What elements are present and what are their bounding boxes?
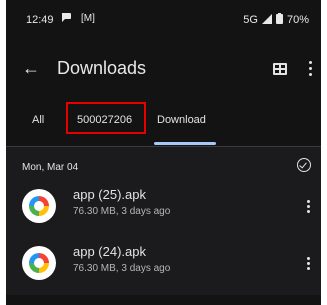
section-date: Mon, Mar 04: [22, 162, 79, 173]
battery-icon: [275, 13, 283, 27]
arrow-back-icon[interactable]: ←: [22, 58, 40, 78]
grid-view-icon[interactable]: [273, 63, 287, 75]
chat-bubble-icon: [60, 11, 72, 26]
battery-label: 70%: [286, 14, 309, 26]
status-bar: 12:49 [M] 5G 70%: [6, 0, 321, 40]
tab-bar: All 500027206 Download: [6, 102, 321, 146]
status-right: 5G 70%: [243, 13, 309, 27]
file-meta: 76.30 MB, 3 days ago: [73, 206, 171, 217]
file-name: app (24).apk: [73, 244, 146, 259]
apk-file-icon: [22, 189, 56, 223]
screen: 12:49 [M] 5G 70% ← Downloads All 5000272…: [6, 0, 321, 305]
tab-indicator: [154, 142, 216, 145]
tab-all[interactable]: All: [32, 114, 44, 126]
more-vert-icon[interactable]: [306, 257, 310, 273]
page-title: Downloads: [57, 58, 147, 78]
network-label: 5G: [243, 14, 258, 26]
more-vert-icon[interactable]: [306, 200, 310, 216]
file-item[interactable]: app (24).apk 76.30 MB, 3 days ago: [6, 237, 321, 293]
signal-icon: [261, 13, 272, 27]
select-all-check-icon[interactable]: [297, 158, 311, 172]
file-item[interactable]: app (25).apk 76.30 MB, 3 days ago: [6, 180, 321, 236]
tab-500027206[interactable]: 500027206: [77, 114, 132, 126]
app-bar: ← Downloads: [6, 46, 321, 94]
tab-download[interactable]: Download: [157, 114, 206, 126]
apk-file-icon: [22, 246, 56, 280]
gallery-icon: [M]: [81, 13, 95, 24]
status-time: 12:49: [26, 14, 54, 26]
more-vert-icon[interactable]: [308, 61, 312, 77]
file-section: Mon, Mar 04 app (25).apk 76.30 MB, 3 day…: [6, 147, 321, 295]
file-meta: 76.30 MB, 3 days ago: [73, 263, 171, 274]
file-name: app (25).apk: [73, 187, 146, 202]
